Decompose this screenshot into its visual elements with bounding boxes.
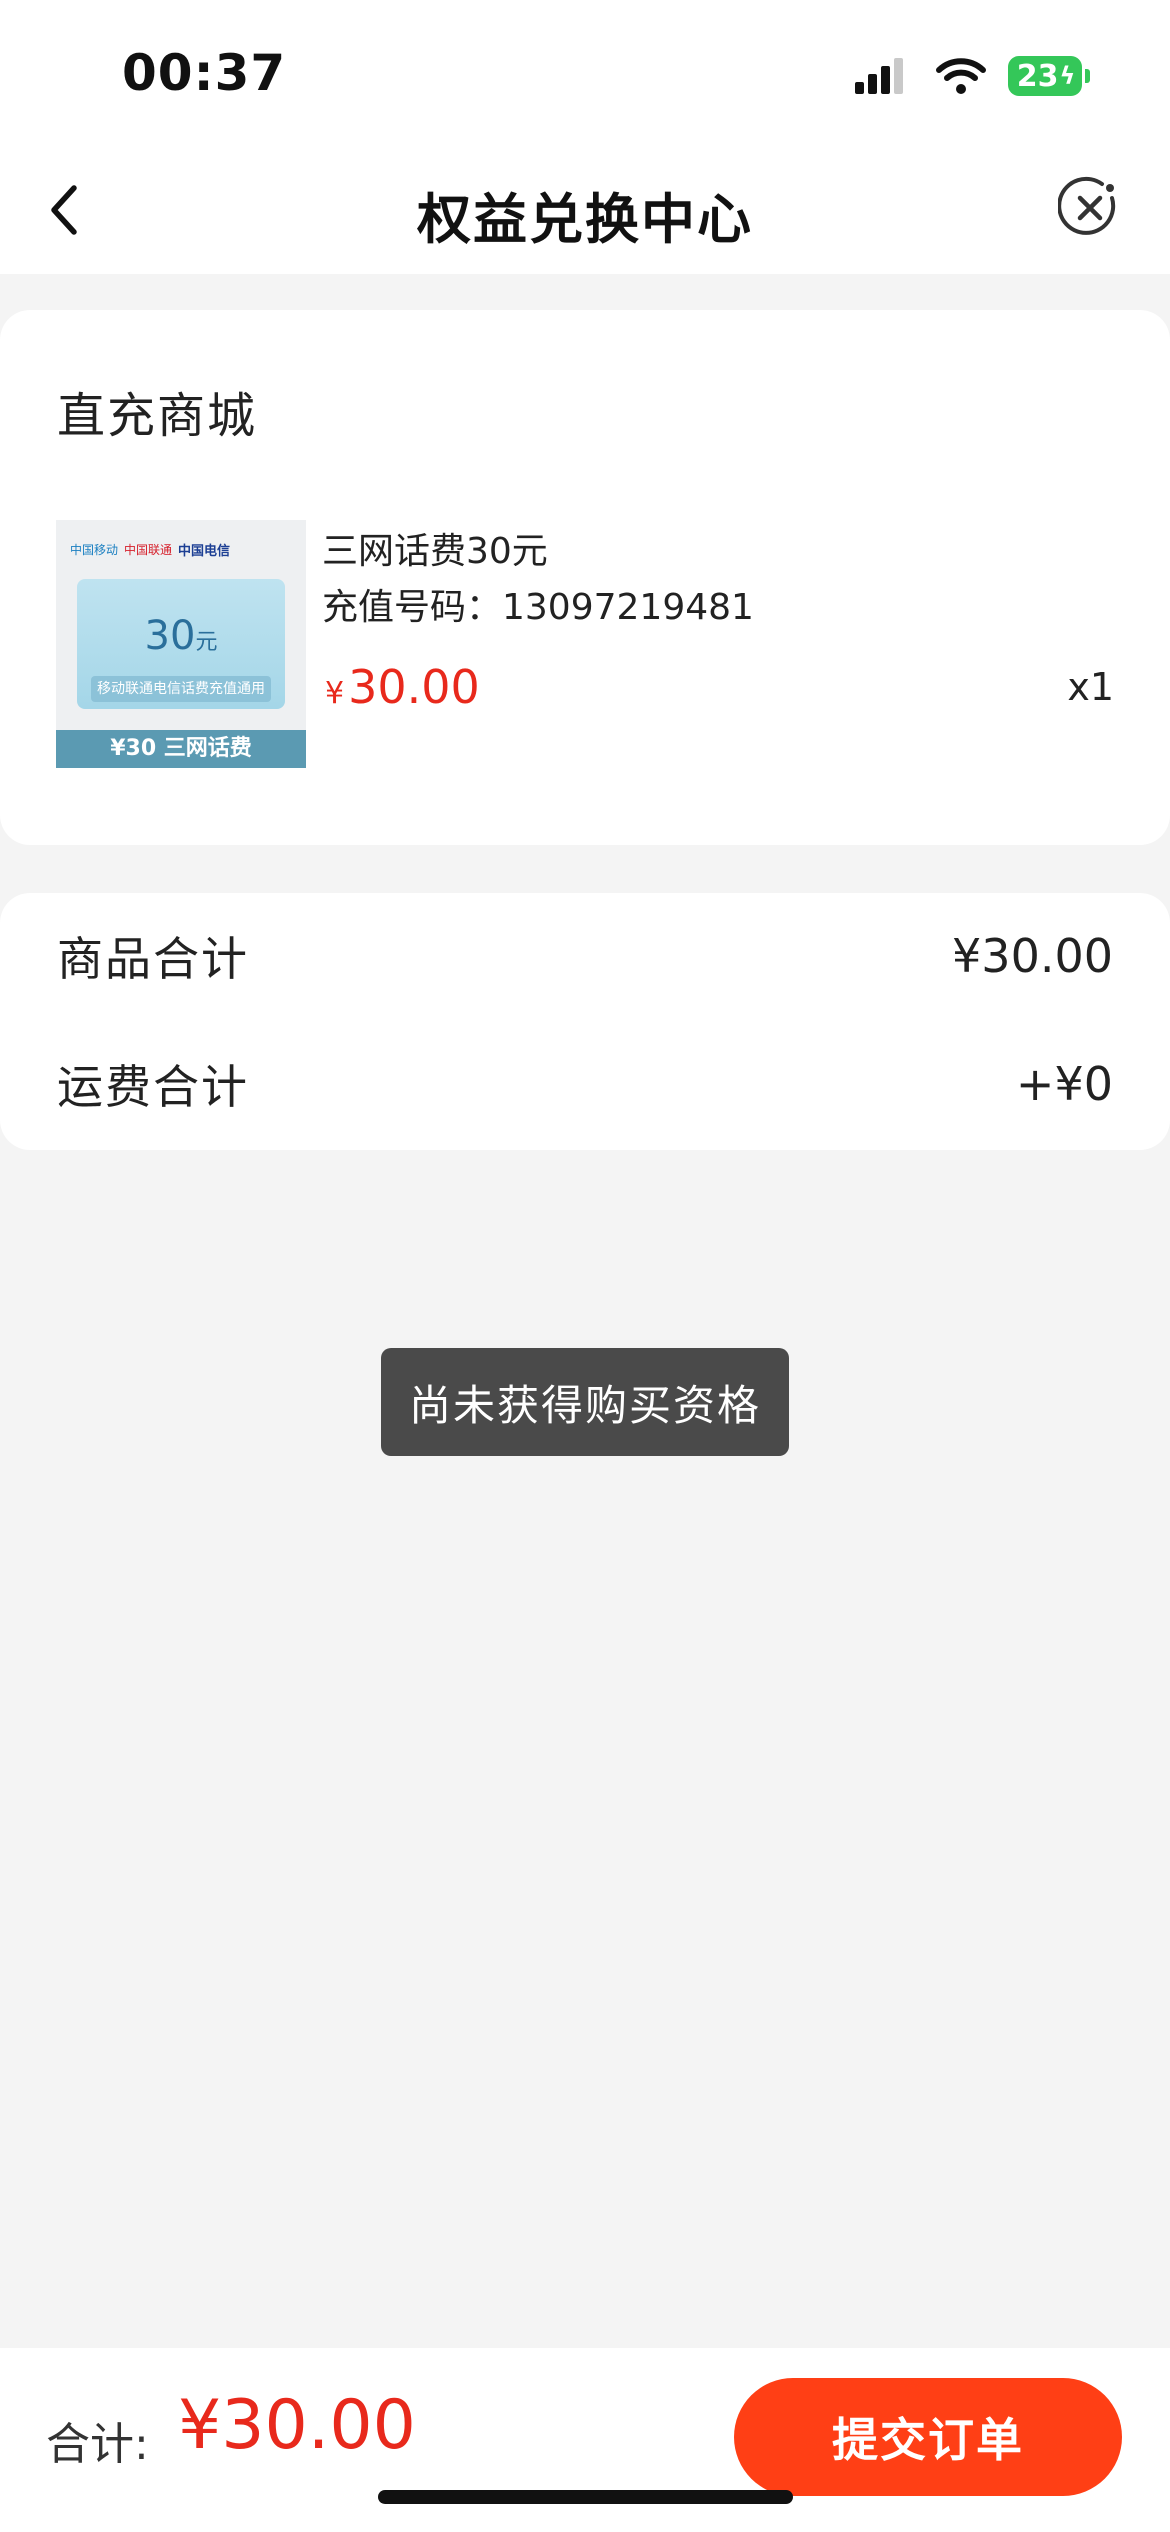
shipping-total-label: 运费合计: [57, 1060, 249, 1114]
section-title: 直充商城: [57, 388, 258, 444]
goods-total-row: 商品合计 ¥30.00: [57, 926, 1113, 986]
page-title: 权益兑换中心: [417, 188, 753, 251]
recharge-number: 充值号码：13097219481: [322, 587, 754, 628]
close-mini-program-icon[interactable]: [1058, 176, 1122, 240]
wifi-icon: [936, 58, 986, 94]
status-time: 00:37: [122, 44, 287, 102]
carrier-logos: 中国移动 中国联通 中国电信: [70, 534, 290, 564]
home-indicator[interactable]: [378, 2490, 793, 2504]
bottom-bar: 合计: ¥30.00 提交订单: [0, 2348, 1170, 2532]
shipping-total-row: 运费合计 +¥0: [57, 1054, 1113, 1114]
card-face-unit: 元: [195, 630, 218, 655]
battery-level: 23: [1016, 58, 1059, 94]
product-name: 三网话费30元: [322, 531, 548, 572]
china-unicom-logo: 中国联通: [124, 542, 173, 557]
card-band: ¥30 三网话费: [56, 730, 306, 768]
total-amount: ¥30.00: [178, 2386, 416, 2465]
card-face: 30元 移动联通电信话费充值通用: [77, 579, 285, 709]
card-face-value: 30元: [77, 613, 285, 659]
card-note: 移动联通电信话费充值通用: [91, 676, 271, 702]
status-bar: 00:37 23 ϟ: [0, 0, 1170, 150]
summary-card: 商品合计 ¥30.00 运费合计 +¥0: [0, 893, 1170, 1150]
product-quantity: x1: [1067, 665, 1114, 709]
china-telecom-logo: 中国电信: [178, 543, 231, 559]
shipping-total-value: +¥0: [1015, 1057, 1113, 1111]
signal-icon: [855, 58, 903, 94]
battery-cap: [1085, 69, 1090, 83]
product-price: ¥30.00: [325, 660, 480, 714]
product-card: 直充商城 中国移动 中国联通 中国电信 30元 移动联通电信话费充值通用 ¥30…: [0, 310, 1170, 845]
product-image: 中国移动 中国联通 中国电信 30元 移动联通电信话费充值通用 ¥30 三网话费: [56, 520, 306, 768]
toast-message: 尚未获得购买资格: [381, 1348, 789, 1456]
price-value: 30.00: [348, 660, 480, 714]
total-label: 合计:: [46, 2419, 149, 2470]
goods-total-label: 商品合计: [57, 932, 249, 986]
price-symbol: ¥: [325, 676, 345, 711]
china-mobile-logo: 中国移动: [70, 542, 119, 557]
card-face-number: 30: [144, 613, 196, 659]
submit-order-button[interactable]: 提交订单: [734, 2378, 1122, 2496]
goods-total-value: ¥30.00: [952, 929, 1113, 983]
battery-icon: 23 ϟ: [1008, 56, 1082, 96]
nav-bar: 权益兑换中心: [0, 150, 1170, 274]
charging-bolt-icon: ϟ: [1059, 62, 1076, 90]
